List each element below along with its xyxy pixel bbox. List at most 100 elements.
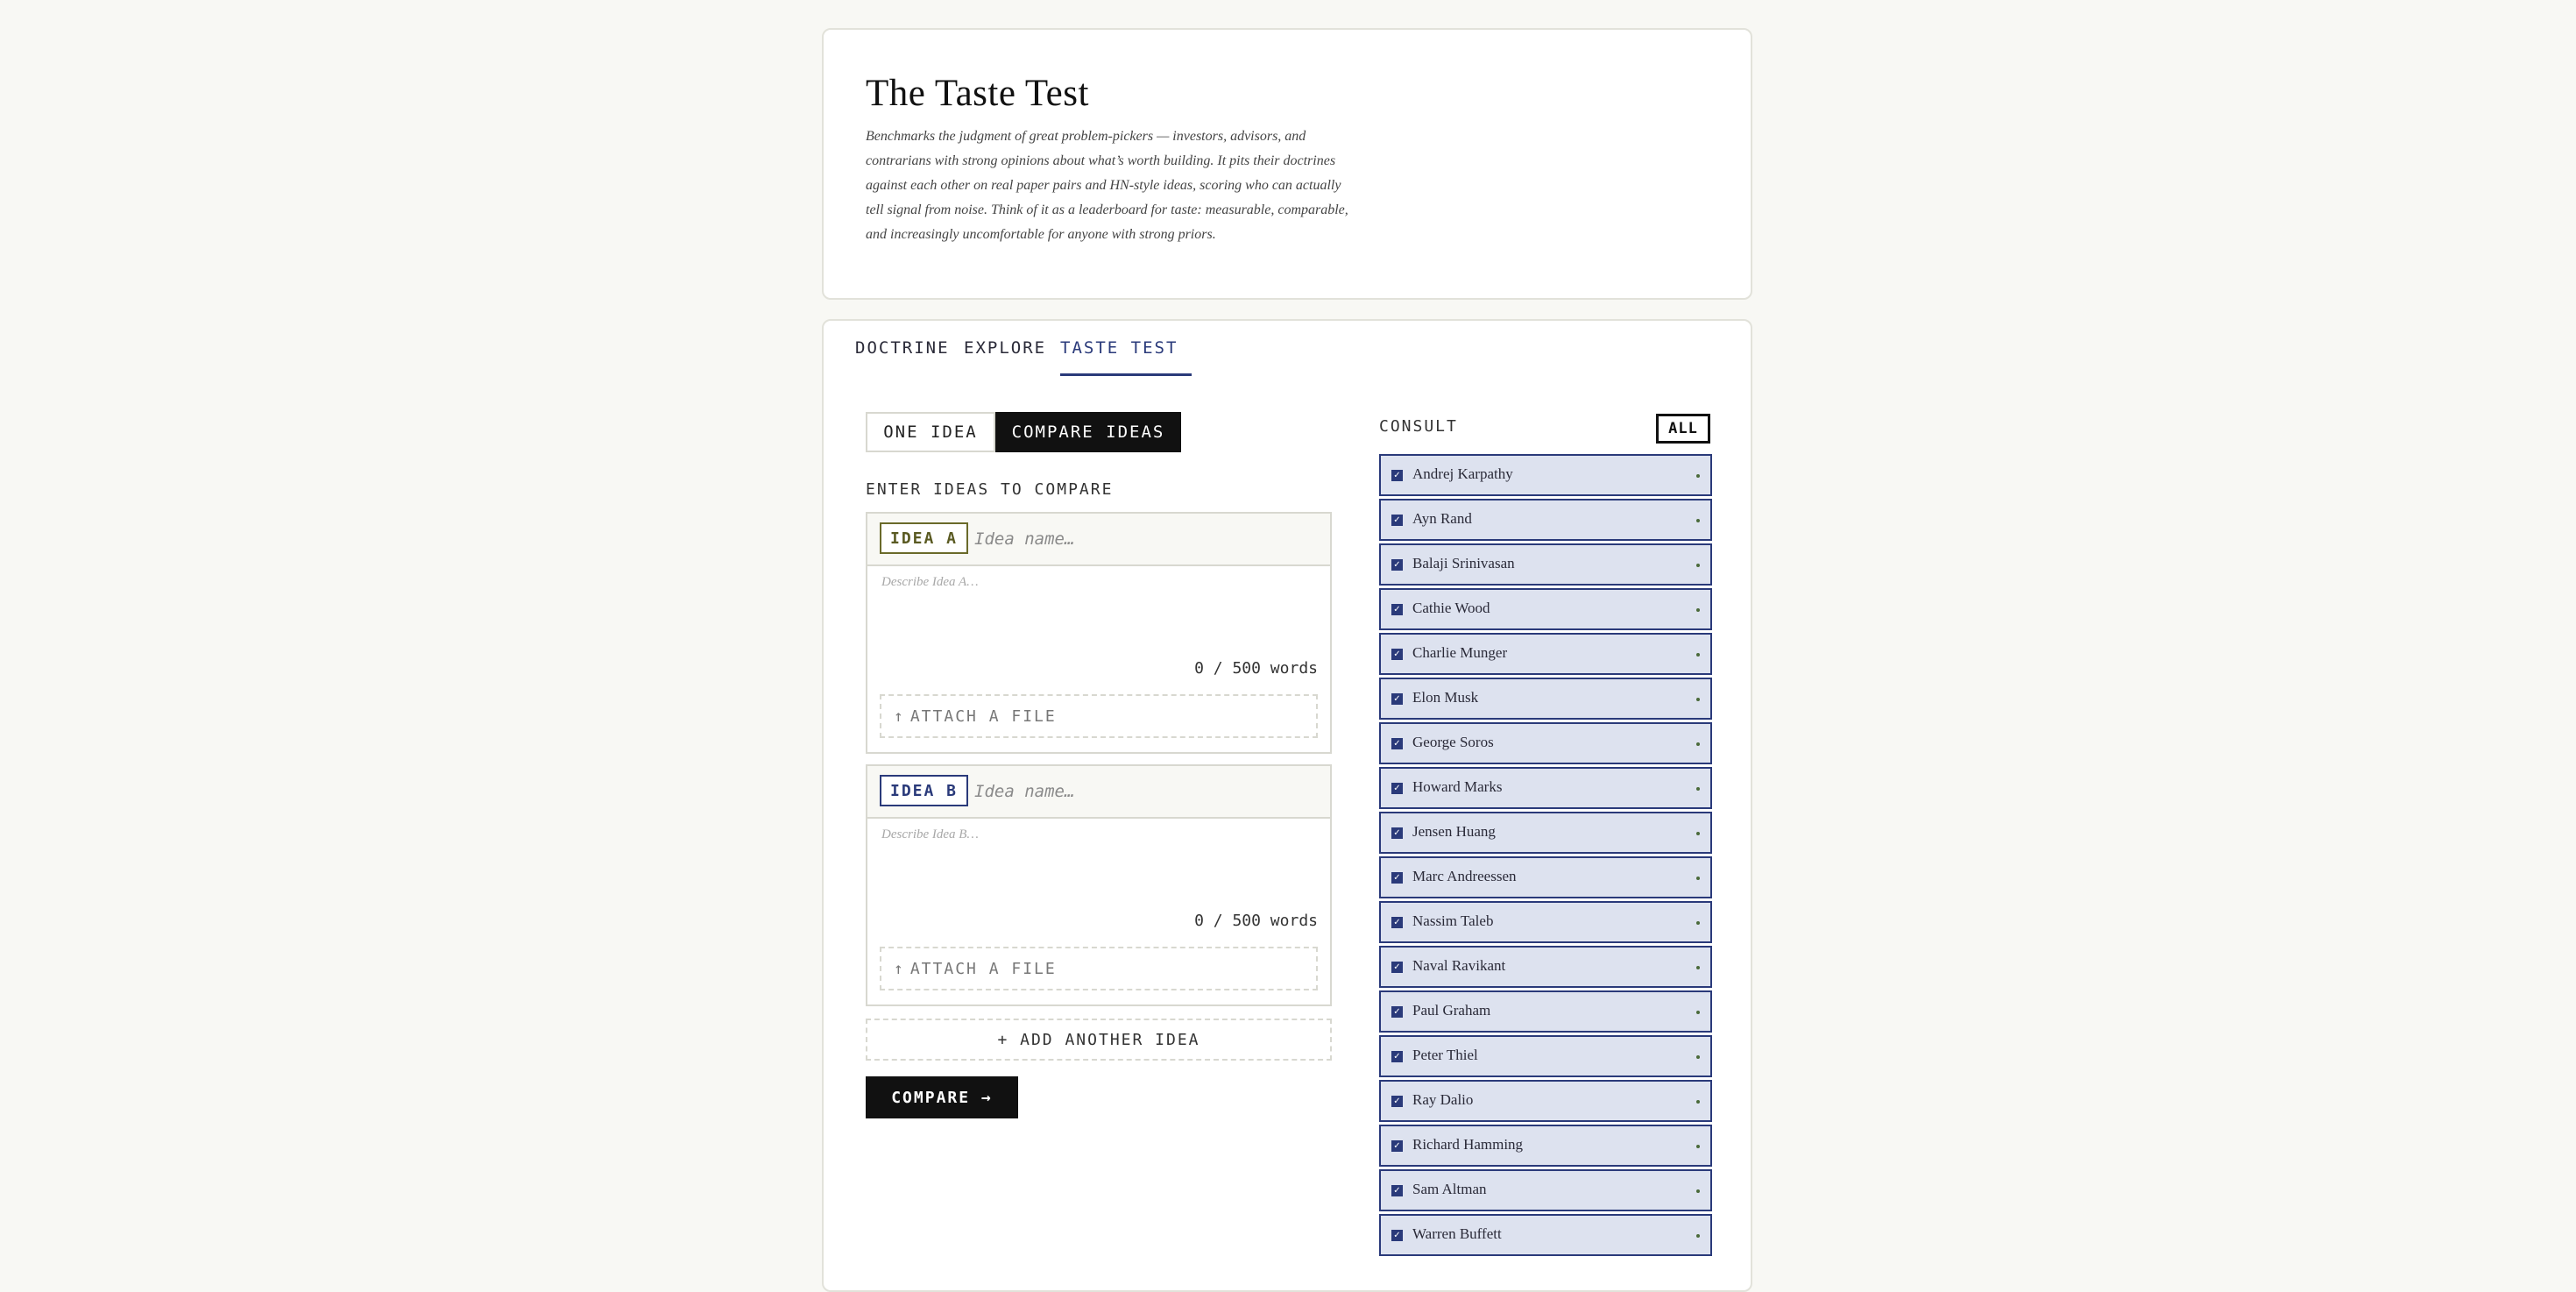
advisor-row[interactable]: ✓ Jensen Huang: [1379, 812, 1712, 854]
tab-taste-test[interactable]: TASTE TEST: [1060, 335, 1192, 376]
one-idea-button[interactable]: ONE IDEA: [866, 412, 995, 452]
attach-label: ATTACH A FILE: [909, 959, 1057, 978]
advisor-name: Sam Altman: [1412, 1181, 1487, 1197]
checkbox-checked-icon[interactable]: ✓: [1391, 1096, 1403, 1107]
idea-a-word-count: 0 / 500 words: [1194, 659, 1318, 678]
advisor-name: Ayn Rand: [1412, 510, 1472, 527]
advisor-row[interactable]: ✓ Marc Andreessen: [1379, 856, 1712, 898]
checkbox-checked-icon[interactable]: ✓: [1391, 962, 1403, 973]
checkbox-checked-icon[interactable]: ✓: [1391, 693, 1403, 705]
advisor-row[interactable]: ✓ George Soros: [1379, 722, 1712, 764]
page-title: The Taste Test: [866, 73, 1089, 114]
advisor-name: Warren Buffett: [1412, 1225, 1502, 1242]
idea-b-word-count: 0 / 500 words: [1194, 912, 1318, 930]
arrow-up-icon: ↑: [894, 959, 905, 978]
advisor-name: Marc Andreessen: [1412, 868, 1517, 884]
advisor-row[interactable]: ✓ Cathie Wood: [1379, 588, 1712, 630]
advisor-row[interactable]: ✓ Richard Hamming: [1379, 1125, 1712, 1167]
advisor-row[interactable]: ✓ Elon Musk: [1379, 678, 1712, 720]
checkbox-checked-icon[interactable]: ✓: [1391, 827, 1403, 839]
status-dot-icon: [1696, 1011, 1700, 1014]
checkbox-checked-icon[interactable]: ✓: [1391, 649, 1403, 660]
status-dot-icon: [1696, 966, 1700, 969]
checkbox-checked-icon[interactable]: ✓: [1391, 1006, 1403, 1018]
advisor-name: Naval Ravikant: [1412, 957, 1506, 974]
checkbox-checked-icon[interactable]: ✓: [1391, 604, 1403, 615]
status-dot-icon: [1696, 1189, 1700, 1193]
advisor-name: Balaji Srinivasan: [1412, 555, 1515, 571]
advisor-row[interactable]: ✓ Peter Thiel: [1379, 1035, 1712, 1077]
checkbox-checked-icon[interactable]: ✓: [1391, 470, 1403, 481]
status-dot-icon: [1696, 832, 1700, 835]
status-dot-icon: [1696, 742, 1700, 746]
checkbox-checked-icon[interactable]: ✓: [1391, 917, 1403, 928]
status-dot-icon: [1696, 564, 1700, 567]
checkbox-checked-icon[interactable]: ✓: [1391, 1140, 1403, 1152]
status-dot-icon: [1696, 877, 1700, 880]
checkbox-checked-icon[interactable]: ✓: [1391, 559, 1403, 571]
advisor-row[interactable]: ✓ Paul Graham: [1379, 990, 1712, 1033]
compare-ideas-button[interactable]: COMPARE IDEAS: [995, 412, 1181, 452]
idea-a-attach-button[interactable]: ↑ ATTACH A FILE: [880, 694, 1318, 738]
checkbox-checked-icon[interactable]: ✓: [1391, 1051, 1403, 1062]
status-dot-icon: [1696, 1145, 1700, 1148]
intro-card: The Taste Test Benchmarks the judgment o…: [822, 28, 1752, 300]
advisor-list: ✓ Andrej Karpathy ✓ Ayn Rand ✓ Balaji Sriniva…: [1379, 454, 1712, 1259]
tab-doctrine[interactable]: DOCTRINE: [855, 335, 950, 373]
consult-label: CONSULT: [1379, 417, 1458, 436]
idea-b-header: IDEA B: [867, 766, 1330, 819]
checkbox-checked-icon[interactable]: ✓: [1391, 515, 1403, 526]
tab-explore[interactable]: EXPLORE: [964, 335, 1046, 373]
arrow-up-icon: ↑: [894, 706, 905, 726]
advisor-row[interactable]: ✓ Howard Marks: [1379, 767, 1712, 809]
status-dot-icon: [1696, 1234, 1700, 1238]
checkbox-checked-icon[interactable]: ✓: [1391, 783, 1403, 794]
section-label: ENTER IDEAS TO COMPARE: [866, 480, 1114, 499]
idea-b-card: IDEA B 0 / 500 words ↑ ATTACH A FILE: [866, 764, 1332, 1006]
advisor-row[interactable]: ✓ Charlie Munger: [1379, 633, 1712, 675]
idea-a-card: IDEA A 0 / 500 words ↑ ATTACH A FILE: [866, 512, 1332, 754]
status-dot-icon: [1696, 1055, 1700, 1059]
status-dot-icon: [1696, 653, 1700, 657]
advisor-row[interactable]: ✓ Sam Altman: [1379, 1169, 1712, 1211]
attach-label: ATTACH A FILE: [909, 706, 1057, 726]
main-card: DOCTRINE EXPLORE TASTE TEST ONE IDEA COM…: [822, 319, 1752, 1292]
compare-button[interactable]: COMPARE →: [866, 1076, 1018, 1118]
advisor-name: Charlie Munger: [1412, 644, 1508, 661]
idea-b-tag: IDEA B: [880, 775, 969, 806]
idea-b-description-input[interactable]: [880, 826, 1321, 899]
advisor-row[interactable]: ✓ Nassim Taleb: [1379, 901, 1712, 943]
add-another-idea-button[interactable]: + ADD ANOTHER IDEA: [866, 1019, 1332, 1061]
advisor-name: Ray Dalio: [1412, 1091, 1474, 1108]
status-dot-icon: [1696, 1100, 1700, 1104]
checkbox-checked-icon[interactable]: ✓: [1391, 1185, 1403, 1196]
status-dot-icon: [1696, 608, 1700, 612]
advisor-row[interactable]: ✓ Ray Dalio: [1379, 1080, 1712, 1122]
checkbox-checked-icon[interactable]: ✓: [1391, 738, 1403, 749]
advisor-name: Jensen Huang: [1412, 823, 1496, 840]
idea-b-attach-button[interactable]: ↑ ATTACH A FILE: [880, 947, 1318, 990]
advisor-name: Nassim Taleb: [1412, 912, 1494, 929]
idea-a-description-input[interactable]: [880, 573, 1321, 647]
advisor-row[interactable]: ✓ Ayn Rand: [1379, 499, 1712, 541]
status-dot-icon: [1696, 474, 1700, 478]
idea-a-header: IDEA A: [867, 514, 1330, 566]
advisor-name: Elon Musk: [1412, 689, 1479, 706]
advisor-row[interactable]: ✓ Andrej Karpathy: [1379, 454, 1712, 496]
idea-b-name-input[interactable]: [973, 775, 1318, 808]
checkbox-checked-icon[interactable]: ✓: [1391, 1230, 1403, 1241]
status-dot-icon: [1696, 519, 1700, 522]
idea-a-tag: IDEA A: [880, 522, 969, 554]
advisor-name: Paul Graham: [1412, 1002, 1491, 1019]
page-description: Benchmarks the judgment of great problem…: [866, 129, 1348, 242]
advisor-name: Andrej Karpathy: [1412, 465, 1513, 482]
advisor-name: Howard Marks: [1412, 778, 1503, 795]
select-all-button[interactable]: ALL: [1656, 414, 1710, 444]
advisor-row[interactable]: ✓ Warren Buffett: [1379, 1214, 1712, 1256]
advisor-row[interactable]: ✓ Balaji Srinivasan: [1379, 543, 1712, 586]
advisor-row[interactable]: ✓ Naval Ravikant: [1379, 946, 1712, 988]
status-dot-icon: [1696, 787, 1700, 791]
status-dot-icon: [1696, 698, 1700, 701]
idea-a-name-input[interactable]: [973, 522, 1318, 556]
checkbox-checked-icon[interactable]: ✓: [1391, 872, 1403, 884]
